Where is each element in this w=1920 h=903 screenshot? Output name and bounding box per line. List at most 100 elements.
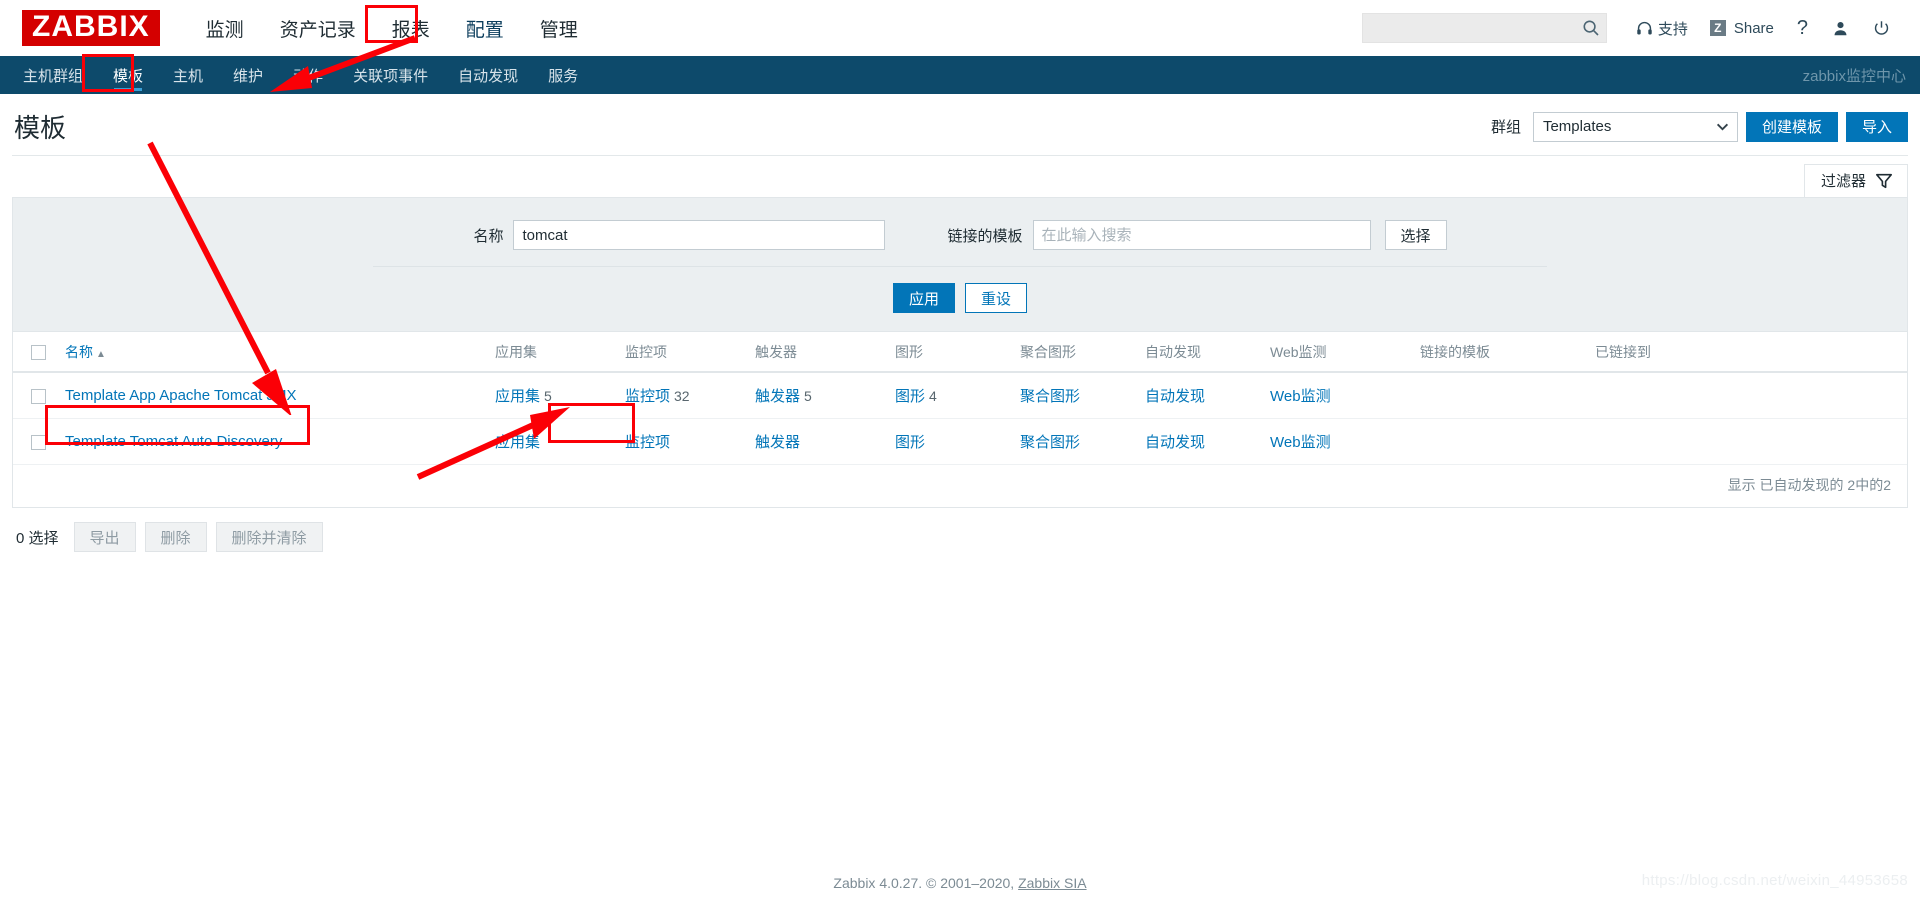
sidebar-item-host-groups[interactable]: 主机群组 [8, 56, 98, 94]
user-profile-button[interactable] [1820, 16, 1861, 41]
search-icon [1583, 20, 1599, 36]
help-button[interactable]: ? [1785, 14, 1820, 42]
template-name-link[interactable]: Template App Apache Tomcat JMX [65, 387, 297, 404]
import-button[interactable]: 导入 [1845, 111, 1908, 142]
web-link[interactable]: Web监测 [1270, 434, 1331, 451]
filter-toggle-tab[interactable]: 过滤器 [1803, 164, 1908, 197]
column-header-graphs: 图形 [889, 332, 1014, 373]
reset-filter-button[interactable]: 重设 [965, 283, 1028, 313]
row-discovery-cell: 自动发现 [1139, 419, 1264, 465]
templates-table: 名称 ▲ 应用集 监控项 触发器 图形 聚合图形 自动发现 Web监测 链接的模板… [13, 332, 1907, 464]
filter-panel: 名称 链接的模板 选择 应用 重设 [12, 197, 1908, 332]
bulk-actions-bar: 0 选择 导出 删除 删除并清除 [12, 508, 1908, 566]
watermark: https://blog.csdn.net/weixin_44953658 [1641, 872, 1908, 889]
table-row: Template App Apache Tomcat JMX 应用集 5 监控项 3… [13, 372, 1907, 419]
graphs-link[interactable]: 图形 [895, 388, 925, 405]
items-link[interactable]: 监控项 [625, 388, 670, 405]
column-header-web: Web监测 [1264, 332, 1414, 373]
sidebar-item-maintenance[interactable]: 维护 [218, 56, 278, 94]
column-label-name: 名称 [65, 344, 93, 360]
applications-link[interactable]: 应用集 [495, 388, 540, 405]
main-menu-item-administration[interactable]: 管理 [522, 7, 596, 50]
question-mark-icon: ? [1796, 17, 1808, 39]
template-name-link[interactable]: Template Tomcat Auto Discovery [65, 433, 282, 450]
zabbix-logo[interactable]: ZABBIX [22, 10, 160, 46]
row-checkbox[interactable] [31, 434, 46, 450]
current-user-label: zabbix监控中心 [1802, 67, 1906, 85]
headset-icon [1637, 21, 1652, 34]
support-link[interactable]: 支持 [1625, 14, 1699, 43]
triggers-link[interactable]: 触发器 [755, 434, 800, 451]
page-title-row: 模板 群组 Templates 创建模板 导入 [12, 94, 1908, 156]
sidebar-item-hosts[interactable]: 主机 [158, 56, 218, 94]
row-select-cell [13, 419, 59, 465]
main-menu: 监测 资产记录 报表 配置 管理 [188, 7, 596, 50]
select-all-checkbox[interactable] [31, 345, 46, 361]
row-checkbox[interactable] [31, 388, 46, 404]
delete-and-clear-button[interactable]: 删除并清除 [215, 522, 323, 552]
main-menu-item-configuration[interactable]: 配置 [448, 7, 522, 50]
screens-link[interactable]: 聚合图形 [1020, 388, 1080, 405]
row-linked-templates-cell [1414, 419, 1589, 465]
sidebar-item-discovery[interactable]: 自动发现 [443, 56, 533, 94]
row-template-name-cell: Template App Apache Tomcat JMX [59, 372, 489, 419]
main-menu-item-reports[interactable]: 报表 [374, 7, 448, 50]
filter-linked-template-label: 链接的模板 [947, 227, 1023, 245]
items-count: 32 [674, 388, 690, 404]
sidebar-item-services[interactable]: 服务 [533, 56, 593, 94]
sidebar-item-templates[interactable]: 模板 [98, 56, 158, 94]
filter-name-label: 名称 [473, 227, 504, 245]
table-header-row: 名称 ▲ 应用集 监控项 触发器 图形 聚合图形 自动发现 Web监测 链接的模板… [13, 332, 1907, 373]
power-icon [1874, 20, 1889, 35]
paging-summary: 显示 已自动发现的 2中的2 [13, 464, 1907, 507]
group-select[interactable]: Templates [1532, 111, 1738, 142]
row-web-cell: Web监测 [1264, 419, 1414, 465]
items-link[interactable]: 监控项 [625, 434, 670, 451]
filter-name-input[interactable] [513, 220, 886, 250]
sidebar-item-correlation[interactable]: 关联项事件 [338, 56, 443, 94]
row-items-cell: 监控项 [619, 419, 749, 465]
graphs-link[interactable]: 图形 [895, 434, 925, 451]
select-template-button[interactable]: 选择 [1384, 220, 1447, 250]
row-screens-cell: 聚合图形 [1014, 372, 1139, 419]
share-link[interactable]: Z Share [1699, 16, 1785, 41]
support-label: 支持 [1657, 20, 1688, 38]
row-web-cell: Web监测 [1264, 372, 1414, 419]
row-template-name-cell: Template Tomcat Auto Discovery [59, 419, 489, 465]
row-discovery-cell: 自动发现 [1139, 372, 1264, 419]
logout-button[interactable] [1861, 16, 1902, 41]
column-header-name[interactable]: 名称 ▲ [59, 332, 489, 373]
templates-list: 名称 ▲ 应用集 监控项 触发器 图形 聚合图形 自动发现 Web监测 链接的模板… [12, 332, 1908, 508]
discovery-link[interactable]: 自动发现 [1145, 434, 1205, 451]
row-applications-cell: 应用集 5 [489, 372, 619, 419]
sidebar-item-actions[interactable]: 动作 [278, 56, 338, 94]
row-triggers-cell: 触发器 [749, 419, 889, 465]
triggers-link[interactable]: 触发器 [755, 388, 800, 405]
discovery-link[interactable]: 自动发现 [1145, 388, 1205, 405]
search-input[interactable] [1372, 20, 1582, 36]
column-header-applications: 应用集 [489, 332, 619, 373]
row-linked-to-cell [1589, 419, 1907, 465]
main-menu-item-monitoring[interactable]: 监测 [188, 7, 262, 50]
applications-link[interactable]: 应用集 [495, 434, 540, 451]
column-header-screens: 聚合图形 [1014, 332, 1139, 373]
row-graphs-cell: 图形 [889, 419, 1014, 465]
delete-button[interactable]: 删除 [144, 522, 207, 552]
page-title: 模板 [14, 113, 67, 143]
apply-filter-button[interactable]: 应用 [892, 283, 955, 313]
column-header-linked-to: 已链接到 [1589, 332, 1907, 373]
global-search[interactable] [1361, 13, 1607, 43]
filter-linked-template-input[interactable] [1032, 220, 1371, 250]
screens-link[interactable]: 聚合图形 [1020, 434, 1080, 451]
main-menu-item-inventory[interactable]: 资产记录 [262, 7, 374, 50]
funnel-icon [1875, 173, 1893, 188]
zabbix-sia-link[interactable]: Zabbix SIA [1018, 875, 1086, 891]
user-icon [1834, 21, 1847, 35]
export-button[interactable]: 导出 [73, 522, 136, 552]
column-header-items: 监控项 [619, 332, 749, 373]
row-graphs-cell: 图形 4 [889, 372, 1014, 419]
sub-navigation: 主机群组 模板 主机 维护 动作 关联项事件 自动发现 服务 zabbix监控中… [0, 56, 1920, 94]
web-link[interactable]: Web监测 [1270, 388, 1331, 405]
filter-linked-template-field: 链接的模板 选择 [947, 220, 1447, 250]
create-template-button[interactable]: 创建模板 [1745, 111, 1838, 142]
